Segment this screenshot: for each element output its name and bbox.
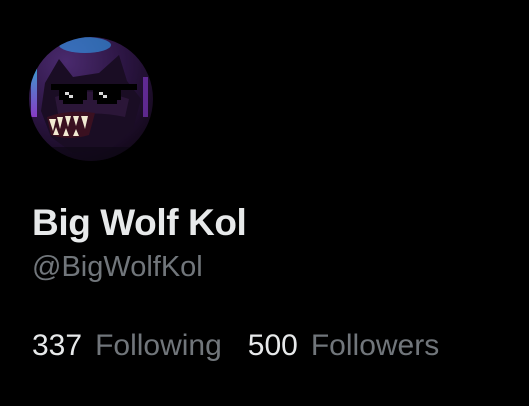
followers-count: 500 [247,329,298,362]
user-handle: @BigWolfKol [32,251,203,283]
profile-stats: 337 Following 500 Followers [32,329,439,363]
display-name: Big Wolf Kol [32,202,247,243]
avatar[interactable] [29,37,153,161]
followers-label: Followers [310,329,440,362]
profile-header: Big Wolf Kol @BigWolfKol 337 Following 5… [0,0,529,406]
followers-link[interactable]: 500 Followers [248,329,439,363]
following-link[interactable]: 337 Following [32,329,222,363]
following-count: 337 [32,329,83,362]
wolf-avatar-icon [29,37,153,161]
following-label: Following [95,329,222,362]
